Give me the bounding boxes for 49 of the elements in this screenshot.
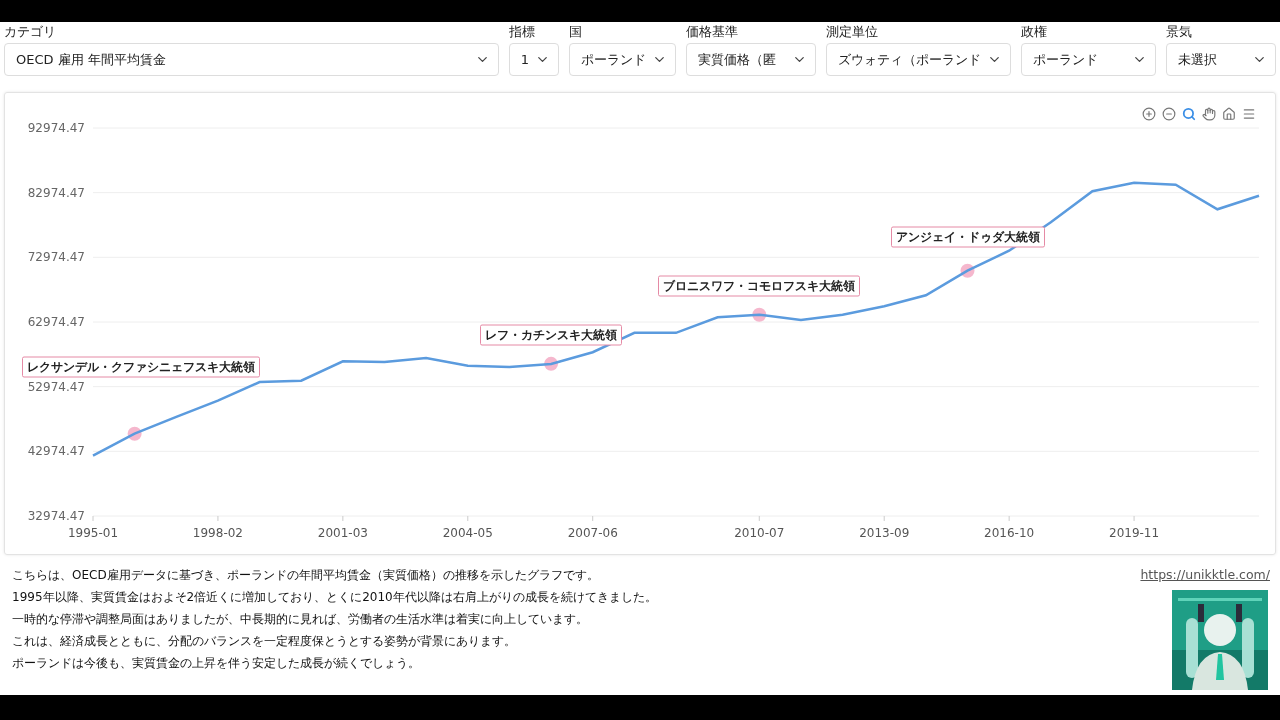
x-tick-label: 1998-02	[192, 526, 243, 540]
y-tick-label: 92974.47	[27, 121, 85, 135]
y-tick-label: 82974.47	[27, 185, 85, 200]
home-icon[interactable]	[1220, 105, 1237, 122]
annotation-label: レフ・カチンスキ大統領	[480, 324, 623, 346]
y-tick-label: 52974.47	[27, 379, 85, 394]
zoom-in-icon[interactable]	[1140, 105, 1157, 122]
hand-icon[interactable]	[1200, 105, 1217, 122]
filter-label: 政権	[1021, 23, 1048, 41]
x-tick-label: 2013-09	[859, 526, 910, 540]
filter-label: 価格基準	[686, 23, 739, 41]
y-tick-label: 72974.47	[27, 250, 85, 265]
annotation-marker	[127, 426, 142, 441]
annotation-label: ブロニスワフ・コモロフスキ大統領	[658, 275, 861, 297]
dropdown[interactable]: ポーランド	[1021, 43, 1156, 76]
y-tick-label: 62974.47	[27, 315, 85, 329]
filter-label: 国	[569, 23, 583, 41]
filter-label: 指標	[508, 23, 536, 41]
description-text: こちらは、OECD雇用データに基づき、ポーランドの年間平均賃金（実質価格）の推移を示したグラフです。	[12, 567, 600, 584]
filter-label: 景気	[1166, 23, 1193, 41]
dropdown[interactable]: ズウォティ（ポーランド	[826, 43, 1011, 76]
description-text: 1995年以降、実質賃金はおよそ2倍近くに増加しており、とくに2010年代以降は右肩上がりの成長を続けてきました。	[12, 589, 657, 606]
dropdown[interactable]: 未選択	[1166, 43, 1276, 76]
annotation-marker	[752, 307, 767, 322]
x-tick-label: 2001-03	[317, 526, 368, 540]
dropdown[interactable]: 実質価格（匿	[686, 43, 816, 76]
x-tick-label: 2019-11	[1109, 526, 1160, 540]
x-tick-label: 2007-06	[567, 526, 618, 540]
x-tick-label: 2010-07	[734, 526, 785, 540]
annotation-marker	[544, 356, 559, 371]
description-text: 一時的な停滞や調整局面はありましたが、中長期的に見れば、労働者の生活水準は着実に向上しています。	[12, 611, 589, 628]
y-tick-label: 42974.47	[27, 444, 85, 459]
filter-label: 測定単位	[826, 23, 879, 41]
x-tick-label: 1995-01	[67, 526, 119, 540]
description-text: これは、経済成長とともに、分配のバランスを一定程度保とうとする姿勢が背景にあります。	[12, 633, 517, 650]
annotation-label: アンジェイ・ドゥダ大統領	[890, 226, 1045, 248]
y-tick-label: 32974.47	[27, 509, 85, 523]
magnifier-icon[interactable]	[1180, 105, 1197, 122]
dropdown[interactable]: OECD 雇用 年間平均賃金	[4, 43, 499, 76]
annotation-label: レクサンデル・クファシニェフスキ大統領	[22, 356, 260, 378]
x-tick-label: 2016-10	[984, 526, 1035, 540]
dropdown[interactable]: ポーランド	[569, 43, 676, 76]
description-text: ポーランドは今後も、実質賃金の上昇を伴う安定した成長が続くでしょう。	[12, 655, 421, 672]
zoom-out-icon[interactable]	[1160, 105, 1177, 122]
x-tick-label: 2004-05	[442, 526, 493, 540]
dropdown[interactable]: 1	[508, 43, 559, 76]
filter-label: カテゴリ	[4, 23, 57, 41]
site-link[interactable]: https://unikktle.com/	[1140, 567, 1270, 582]
annotation-marker	[960, 263, 975, 278]
